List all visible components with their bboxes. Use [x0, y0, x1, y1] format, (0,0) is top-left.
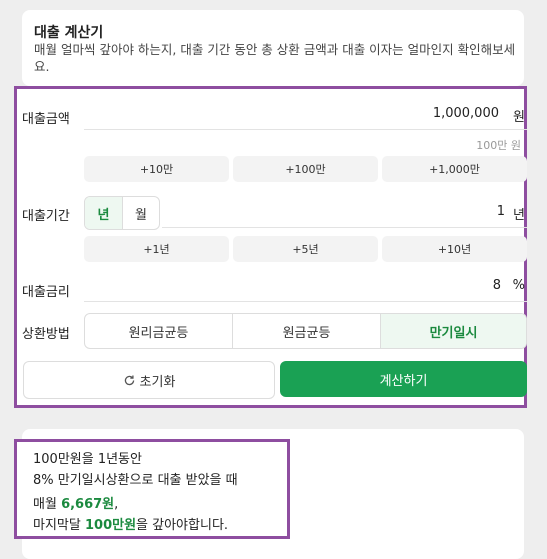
monthly-suffix: ,: [114, 497, 119, 512]
reset-label: 초기화: [139, 374, 176, 390]
amount-hint: 100만 원: [476, 139, 521, 152]
amount-unit: 원: [513, 110, 525, 125]
monthly-amount: 6,667원: [61, 497, 115, 512]
period-label: 대출기간: [22, 209, 70, 224]
period-unit-month[interactable]: 월: [122, 197, 159, 229]
result-summary: 100만원을 1년동안 8% 만기일시상환으로 대출 받았을 때 매월 6,66…: [14, 439, 290, 539]
monthly-prefix: 매월: [33, 497, 62, 512]
period-unit-toggle: 년 월: [84, 196, 160, 230]
add-100man-button[interactable]: +100만: [233, 156, 378, 182]
refresh-icon: [123, 374, 136, 387]
page-description: 매월 얼마씩 갚아야 하는지, 대출 기간 동안 총 상환 금액과 대출 이자는…: [34, 42, 516, 74]
add-1000man-button[interactable]: +1,000만: [382, 156, 527, 182]
result-monthly: 매월 6,667원,: [33, 493, 118, 512]
method-selector: 원리금균등 원금균등 만기일시: [84, 313, 527, 349]
final-amount: 100만원: [84, 518, 137, 533]
calculator-form: 대출금액 1,000,000 원 100만 원 +10만 +100만 +1,00…: [14, 86, 527, 408]
amount-label: 대출금액: [22, 112, 70, 127]
add-1year-button[interactable]: +1년: [84, 236, 229, 262]
calculator-header-card: 대출 계산기 매월 얼마씩 갚아야 하는지, 대출 기간 동안 총 상환 금액과…: [22, 10, 524, 86]
period-value: 1: [496, 204, 505, 219]
add-10man-button[interactable]: +10만: [84, 156, 229, 182]
method-label: 상환방법: [22, 327, 70, 342]
amount-input[interactable]: 1,000,000 원: [84, 99, 527, 130]
period-unit: 년: [513, 208, 525, 223]
add-10year-button[interactable]: +10년: [382, 236, 527, 262]
period-input[interactable]: 1 년: [162, 197, 527, 228]
amount-value: 1,000,000: [432, 106, 499, 121]
calculate-button[interactable]: 계산하기: [280, 361, 527, 397]
period-unit-year[interactable]: 년: [85, 197, 122, 229]
final-prefix: 마지막달: [33, 518, 85, 533]
rate-unit: %: [512, 278, 525, 293]
result-line-2: 8% 만기일시상환으로 대출 받았을 때: [33, 473, 238, 488]
final-suffix: 을 갚아야합니다.: [136, 518, 229, 533]
method-option-bullet[interactable]: 만기일시: [380, 314, 526, 348]
rate-input[interactable]: 8 %: [84, 271, 527, 302]
method-option-equal-principal[interactable]: 원금균등: [232, 314, 380, 348]
rate-value: 8: [492, 278, 501, 293]
reset-button[interactable]: 초기화: [23, 361, 275, 399]
method-option-equal-payment[interactable]: 원리금균등: [85, 314, 232, 348]
result-final: 마지막달 100만원을 갚아야합니다.: [33, 514, 228, 533]
page-title: 대출 계산기: [34, 25, 104, 41]
result-line-1: 100만원을 1년동안: [33, 452, 142, 467]
add-5year-button[interactable]: +5년: [233, 236, 378, 262]
rate-label: 대출금리: [22, 285, 70, 300]
